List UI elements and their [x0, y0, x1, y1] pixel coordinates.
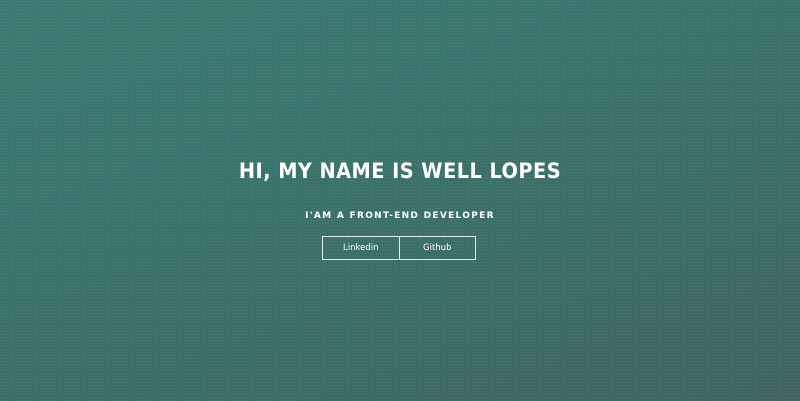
hero-subtitle: I'AM A FRONT-END DEVELOPER: [305, 211, 495, 221]
hero-headline: HI, MY NAME IS WELL LOPES: [238, 159, 562, 183]
hero-section: HI, MY NAME IS WELL LOPES I'AM A FRONT-E…: [0, 0, 800, 401]
linkedin-button[interactable]: Linkedin: [323, 237, 399, 259]
social-button-group: Linkedin Github: [322, 236, 476, 260]
hero-content: HI, MY NAME IS WELL LOPES I'AM A FRONT-E…: [0, 0, 800, 401]
github-button[interactable]: Github: [398, 237, 476, 259]
